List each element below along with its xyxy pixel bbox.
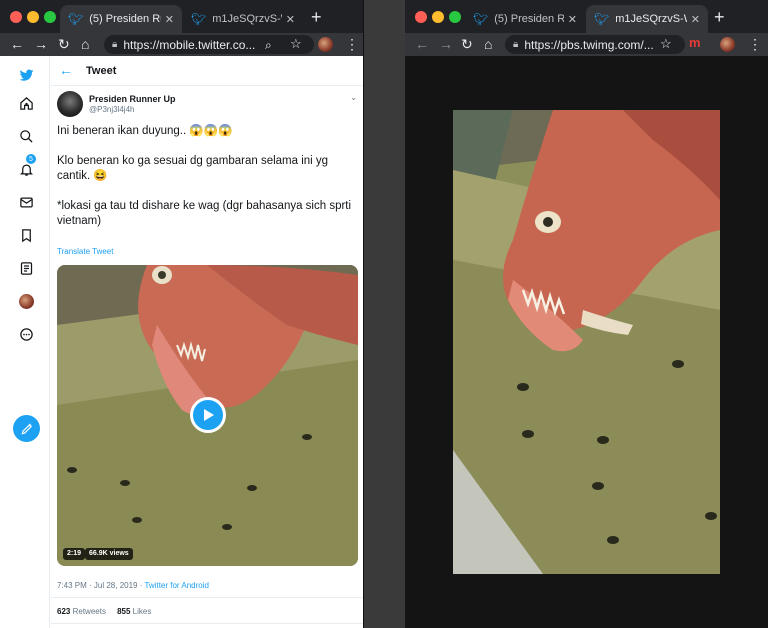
page-title: Tweet [86, 65, 117, 77]
maximize-window-button[interactable] [44, 11, 56, 23]
twitter-bird-icon: 🐦︎ [191, 12, 207, 26]
tweet-detail-panel: ← Tweet Presiden Runner Up @P3nj3l4j4h ⌄… [51, 56, 363, 628]
back-icon[interactable]: ← [415, 34, 429, 54]
browser-toolbar: ← → ↻ ⌂ 🔒︎ https://pbs.twimg.com/... ☆ m… [405, 33, 768, 56]
author-avatar[interactable] [57, 91, 83, 117]
tab-image[interactable]: 🐦︎ m1JeSQrzvS-WxK ✕ [183, 5, 303, 33]
likes-count: 855 [117, 607, 131, 616]
chevron-down-icon[interactable]: ⌄ [350, 93, 357, 102]
back-arrow-icon[interactable]: ← [59, 62, 73, 78]
likes-stat[interactable]: 855 Likes [117, 607, 151, 616]
more-icon[interactable] [14, 323, 38, 345]
profile-avatar[interactable] [14, 290, 38, 312]
bookmarks-icon[interactable] [14, 224, 38, 246]
tweet-line: *lokasi ga tau td dishare ke wag (dgr ba… [57, 200, 352, 227]
fish-photo [453, 110, 720, 574]
url-text: https://pbs.twimg.com/... [524, 37, 654, 52]
lock-icon: 🔒︎ [513, 39, 519, 50]
explore-icon[interactable] [14, 125, 38, 147]
tab-twitter[interactable]: 🐦︎ (5) Presiden Runner Up ✕ [60, 5, 182, 33]
bookmark-star-icon[interactable]: ☆ [660, 34, 672, 54]
image-browser-window: 🐦︎ (5) Presiden Runner ✕ 🐦︎ m1JeSQrzvS-W… [405, 0, 768, 628]
twitter-bird-icon: 🐦︎ [594, 12, 610, 26]
close-window-button[interactable] [415, 11, 427, 23]
new-tab-button[interactable]: + [311, 8, 322, 26]
browser-toolbar: ← → ↻ ⌂ 🔒︎ https://mobile.twitter.co... … [0, 33, 363, 56]
back-icon[interactable]: ← [10, 34, 24, 54]
tab-image[interactable]: 🐦︎ m1JeSQrzvS-WxK ✕ [586, 5, 708, 33]
compose-tweet-button[interactable] [13, 415, 40, 442]
messages-icon[interactable] [14, 191, 38, 213]
tweet-line: Ini beneran ikan duyung.. 😱😱😱 [57, 125, 233, 137]
search-icon[interactable]: ⌕ [265, 35, 272, 55]
twitter-browser-window: 🐦︎ (5) Presiden Runner Up ✕ 🐦︎ m1JeSQrzv… [0, 0, 364, 628]
retweets-label: Retweets [72, 607, 106, 616]
tweet-video[interactable]: 2:19 66.9K views [57, 265, 358, 566]
twitter-bird-icon: 🐦︎ [473, 12, 489, 26]
twitter-sidebar: 5 [0, 56, 50, 628]
tweet-line: Klo beneran ko ga sesuai dg gambaran sel… [57, 155, 329, 182]
forward-icon[interactable]: → [34, 34, 48, 54]
tab-twitter[interactable]: 🐦︎ (5) Presiden Runner ✕ [465, 5, 585, 33]
tweet-timestamp: 7:43 PM · Jul 28, 2019 · Twitter for And… [57, 581, 209, 590]
profile-avatar[interactable] [720, 37, 735, 52]
notifications-icon[interactable]: 5 [14, 154, 38, 180]
tab-bar: 🐦︎ (5) Presiden Runner ✕ 🐦︎ m1JeSQrzvS-W… [405, 0, 768, 33]
fish-image [453, 110, 720, 574]
tab-title: m1JeSQrzvS-WxK [615, 13, 687, 25]
home-button-icon[interactable]: ⌂ [484, 34, 492, 54]
notification-count-badge: 5 [26, 154, 36, 164]
retweets-stat[interactable]: 623 Retweets [57, 607, 106, 616]
tab-title: m1JeSQrzvS-WxK [212, 13, 282, 25]
close-icon[interactable]: ✕ [165, 13, 174, 26]
play-button[interactable] [190, 397, 226, 433]
tweet-stats: 623 Retweets 855 Likes [57, 607, 151, 616]
reload-icon[interactable]: ↻ [461, 34, 473, 54]
extension-icon[interactable]: m [689, 35, 701, 50]
maximize-window-button[interactable] [449, 11, 461, 23]
divider [51, 597, 363, 598]
tweet-source-link[interactable]: Twitter for Android [144, 581, 208, 590]
retweets-count: 623 [57, 607, 71, 616]
translate-tweet-link[interactable]: Translate Tweet [57, 247, 113, 256]
minimize-window-button[interactable] [432, 11, 444, 23]
video-views: 66.9K views [85, 548, 133, 560]
page-header: ← Tweet [51, 56, 363, 86]
url-text: https://mobile.twitter.co... [123, 37, 256, 52]
menu-icon[interactable]: ⋮ [748, 36, 762, 52]
play-icon [204, 409, 214, 421]
lists-icon[interactable] [14, 257, 38, 279]
tweet-text: Ini beneran ikan duyung.. 😱😱😱 Klo benera… [57, 124, 357, 229]
profile-avatar[interactable] [318, 37, 333, 52]
likes-label: Likes [132, 607, 152, 616]
video-duration: 2:19 [63, 548, 86, 560]
lock-icon: 🔒︎ [112, 39, 118, 50]
forward-icon[interactable]: → [439, 34, 453, 54]
address-bar[interactable]: 🔒︎ https://pbs.twimg.com/... [505, 35, 685, 54]
author-name[interactable]: Presiden Runner Up [89, 94, 176, 104]
bookmark-star-icon[interactable]: ☆ [290, 34, 302, 54]
author-handle[interactable]: @P3nj3l4j4h [89, 105, 134, 114]
close-icon[interactable]: ✕ [568, 13, 577, 26]
reload-icon[interactable]: ↻ [58, 34, 70, 54]
tweet-date[interactable]: 7:43 PM · Jul 28, 2019 · [57, 581, 144, 590]
divider [51, 623, 363, 624]
twitter-bird-icon: 🐦︎ [68, 12, 84, 26]
tab-title: (5) Presiden Runner Up [89, 13, 161, 25]
minimize-window-button[interactable] [27, 11, 39, 23]
address-bar[interactable]: 🔒︎ https://mobile.twitter.co... [104, 35, 314, 54]
close-icon[interactable]: ✕ [691, 13, 700, 26]
home-button-icon[interactable]: ⌂ [81, 34, 89, 54]
close-icon[interactable]: ✕ [286, 13, 295, 26]
new-tab-button[interactable]: + [714, 8, 725, 26]
close-window-button[interactable] [10, 11, 22, 23]
menu-icon[interactable]: ⋮ [345, 36, 359, 52]
tab-title: (5) Presiden Runner [494, 13, 564, 25]
home-icon[interactable] [14, 92, 38, 114]
twitter-logo-icon[interactable] [14, 64, 38, 86]
tab-bar: 🐦︎ (5) Presiden Runner Up ✕ 🐦︎ m1JeSQrzv… [0, 0, 363, 33]
